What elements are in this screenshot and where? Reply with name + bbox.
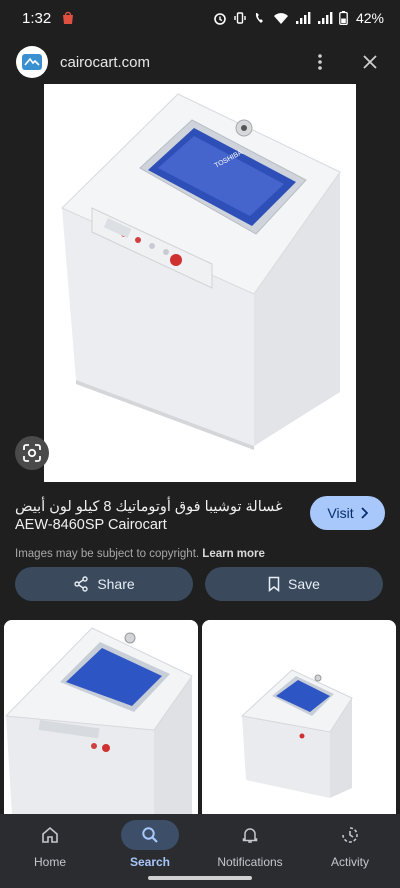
result-info: غسالة توشيبا فوق أوتوماتيك 8 كيلو لون أب… [15, 498, 305, 560]
copyright-text: Images may be subject to copyright. [15, 548, 200, 560]
status-bar: 1:32 42% [0, 0, 400, 36]
nav-home-label: Home [33, 855, 66, 869]
battery-icon [339, 11, 348, 25]
source-name[interactable]: cairocart.com [60, 54, 150, 71]
status-indicators: 42% [213, 10, 384, 26]
share-button[interactable]: Share [15, 567, 193, 601]
more-options-button[interactable] [306, 48, 334, 76]
activity-icon [342, 827, 358, 843]
source-header: cairocart.com [0, 40, 400, 84]
app-notification-icon [63, 11, 74, 24]
save-button[interactable]: Save [205, 567, 383, 601]
related-washing-machine-image-2 [202, 620, 396, 815]
wifi-call-icon [255, 13, 263, 23]
bookmark-icon [268, 576, 280, 592]
close-button[interactable] [356, 48, 384, 76]
close-icon [363, 55, 377, 69]
status-time: 1:32 [22, 9, 52, 27]
home-indicator[interactable] [148, 876, 252, 880]
alarm-icon [214, 13, 226, 25]
signal-icon-2 [317, 12, 333, 24]
nav-notifications-label: Notifications [217, 855, 283, 869]
signal-icon [295, 12, 311, 24]
nav-home[interactable]: Home [0, 814, 100, 888]
chevron-right-icon [360, 507, 368, 519]
washing-machine-image: TOSHIBA [44, 84, 356, 482]
lens-icon [23, 444, 41, 462]
home-icon [42, 826, 58, 843]
cairocart-logo-icon [22, 54, 42, 70]
share-label: Share [97, 576, 135, 592]
related-image-2[interactable] [202, 620, 396, 815]
more-vert-icon [318, 54, 322, 70]
related-washing-machine-image-1 [4, 620, 198, 815]
wifi-icon [273, 13, 288, 24]
visit-label: Visit [327, 505, 354, 521]
main-product-image[interactable]: TOSHIBA [44, 84, 356, 482]
search-icon [142, 827, 158, 843]
source-logo[interactable] [16, 46, 48, 78]
visit-button[interactable]: Visit [310, 496, 385, 530]
bell-icon [242, 828, 258, 843]
learn-more-link[interactable]: Learn more [202, 548, 265, 560]
nav-search-label: Search [129, 855, 171, 869]
google-lens-button[interactable] [15, 436, 49, 470]
save-label: Save [288, 576, 320, 592]
nav-activity-label: Activity [330, 855, 369, 869]
related-image-1[interactable] [4, 620, 198, 815]
result-title-arabic[interactable]: غسالة توشيبا فوق أوتوماتيك 8 كيلو لون أب… [15, 498, 305, 516]
vibrate-icon [234, 12, 246, 24]
result-title-model[interactable]: AEW-8460SP Cairocart [15, 516, 305, 534]
copyright-notice: Images may be subject to copyright. Lear… [15, 548, 305, 560]
battery-percent: 42% [355, 10, 384, 26]
share-icon [74, 576, 89, 592]
nav-activity[interactable]: Activity [300, 814, 400, 888]
